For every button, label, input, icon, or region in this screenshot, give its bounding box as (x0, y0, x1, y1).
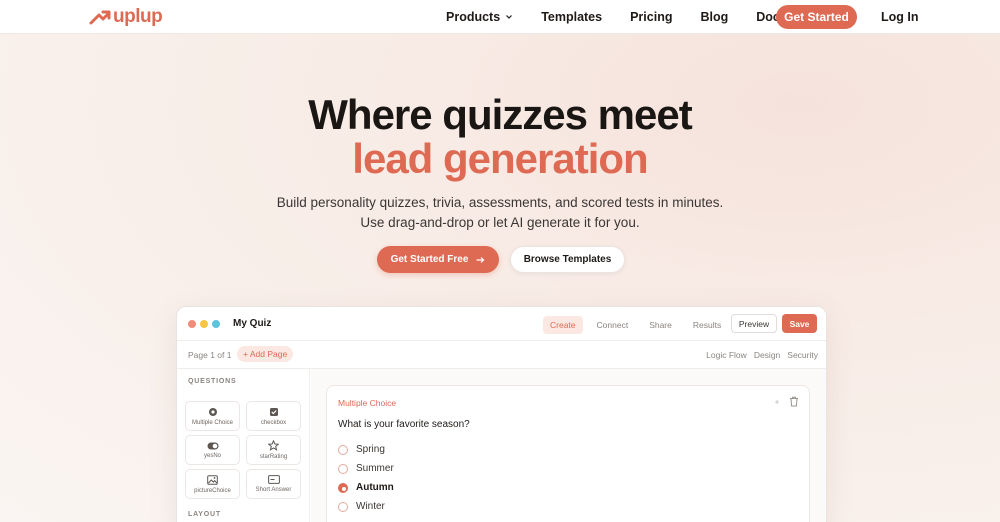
tab-create[interactable]: Create (543, 316, 583, 334)
question-type-label: Multiple Choice (338, 398, 397, 408)
window-dot-red (188, 320, 196, 328)
hero-title: Where quizzes meet (308, 91, 692, 138)
top-nav: uplup Products Templates Pricing Blog Do… (0, 0, 1000, 34)
qtype-multiple-choice[interactable]: Multiple Choice (185, 401, 240, 431)
brand-name: uplup (113, 6, 163, 27)
tab-share[interactable]: Share (642, 316, 679, 334)
logic-flow-link[interactable]: Logic Flow (706, 350, 747, 360)
page-bar: Page 1 of 1 + Add Page Logic Flow Design… (177, 341, 826, 369)
nav-blog[interactable]: Blog (700, 10, 728, 24)
hero-accent-title: lead generation (352, 135, 648, 182)
nav-pricing[interactable]: Pricing (630, 10, 672, 24)
page-indicator: Page 1 of 1 (188, 350, 232, 360)
add-page-button[interactable]: + Add Page (237, 346, 294, 362)
chevron-down-icon (506, 15, 513, 19)
question-types-sidebar: QUESTIONS Multiple Choice checkbox yesNo… (177, 369, 310, 522)
option-label: Winter (356, 501, 385, 512)
checkbox-icon (269, 407, 278, 416)
qtype-label: yesNo (203, 452, 221, 459)
browse-templates-button[interactable]: Browse Templates (510, 246, 625, 273)
question-text: What is your favorite season? (338, 419, 470, 430)
login-link[interactable]: Log In (881, 10, 919, 24)
trash-icon[interactable] (789, 396, 799, 407)
qtype-label: pictureChoice (194, 487, 231, 494)
qtype-label: checkbox (260, 419, 287, 426)
toggle-icon (207, 442, 218, 449)
option-label: Summer (356, 463, 394, 474)
radio-button[interactable] (338, 444, 348, 455)
question-canvas: Multiple Choice What is your favorite se… (311, 369, 826, 522)
hero-subtitle-line-2: Use drag-and-drop or let AI generate it … (360, 215, 640, 230)
option-label: Autumn (356, 482, 394, 493)
quiz-builder-window: My Quiz Create Connect Share Results Pre… (176, 306, 827, 522)
logo-arrow-icon (89, 10, 111, 25)
option-summer[interactable]: Summer (338, 463, 394, 474)
image-icon (207, 474, 218, 485)
design-link[interactable]: Design (754, 350, 780, 360)
nav-products-label: Products (446, 10, 501, 24)
hero-subtitle-line-1: Build personality quizzes, trivia, asses… (276, 195, 724, 210)
option-label: Spring (356, 444, 385, 455)
layout-heading: LAYOUT (188, 511, 221, 518)
qtype-star-rating[interactable]: starRating (246, 435, 301, 465)
tab-connect[interactable]: Connect (590, 316, 636, 334)
star-icon (268, 440, 279, 451)
qtype-yes-no[interactable]: yesNo (185, 435, 240, 465)
qtype-checkbox[interactable]: checkbox (246, 401, 301, 431)
arrow-right-icon (476, 256, 485, 263)
get-started-free-button[interactable]: Get Started Free (377, 246, 499, 273)
save-button[interactable]: Save (782, 314, 817, 333)
qtype-picture-choice[interactable]: pictureChoice (185, 469, 240, 499)
hero-subtitle: Build personality quizzes, trivia, asses… (0, 193, 1000, 233)
questions-heading: QUESTIONS (188, 378, 237, 385)
radio-icon (208, 407, 217, 416)
tab-results[interactable]: Results (686, 316, 728, 334)
get-started-button[interactable]: Get Started (776, 5, 857, 29)
option-spring[interactable]: Spring (338, 444, 385, 455)
quiz-title: My Quiz (233, 318, 272, 329)
text-field-icon (267, 475, 280, 484)
option-winter[interactable]: Winter (338, 501, 385, 512)
question-card[interactable]: Multiple Choice What is your favorite se… (326, 385, 810, 522)
security-link[interactable]: Security (787, 350, 818, 360)
window-dot-yellow (200, 320, 208, 328)
radio-button[interactable] (338, 501, 348, 512)
brand-logo[interactable]: uplup (89, 6, 163, 28)
radio-button[interactable] (338, 463, 348, 474)
nav-products[interactable]: Products (446, 10, 513, 24)
qtype-label: Short Answer (255, 487, 292, 493)
builder-toolbar: My Quiz Create Connect Share Results Pre… (177, 307, 826, 341)
window-dot-blue (212, 320, 220, 328)
get-started-free-label: Get Started Free (390, 254, 469, 265)
preview-button[interactable]: Preview (731, 314, 777, 333)
radio-button-selected[interactable] (338, 482, 348, 493)
option-autumn[interactable]: Autumn (338, 482, 394, 493)
qtype-short-answer[interactable]: Short Answer (246, 469, 301, 499)
nav-templates[interactable]: Templates (541, 10, 602, 24)
qtype-label: Multiple Choice (191, 419, 234, 426)
settings-dot-icon[interactable] (772, 397, 782, 407)
qtype-label: starRating (259, 454, 288, 460)
